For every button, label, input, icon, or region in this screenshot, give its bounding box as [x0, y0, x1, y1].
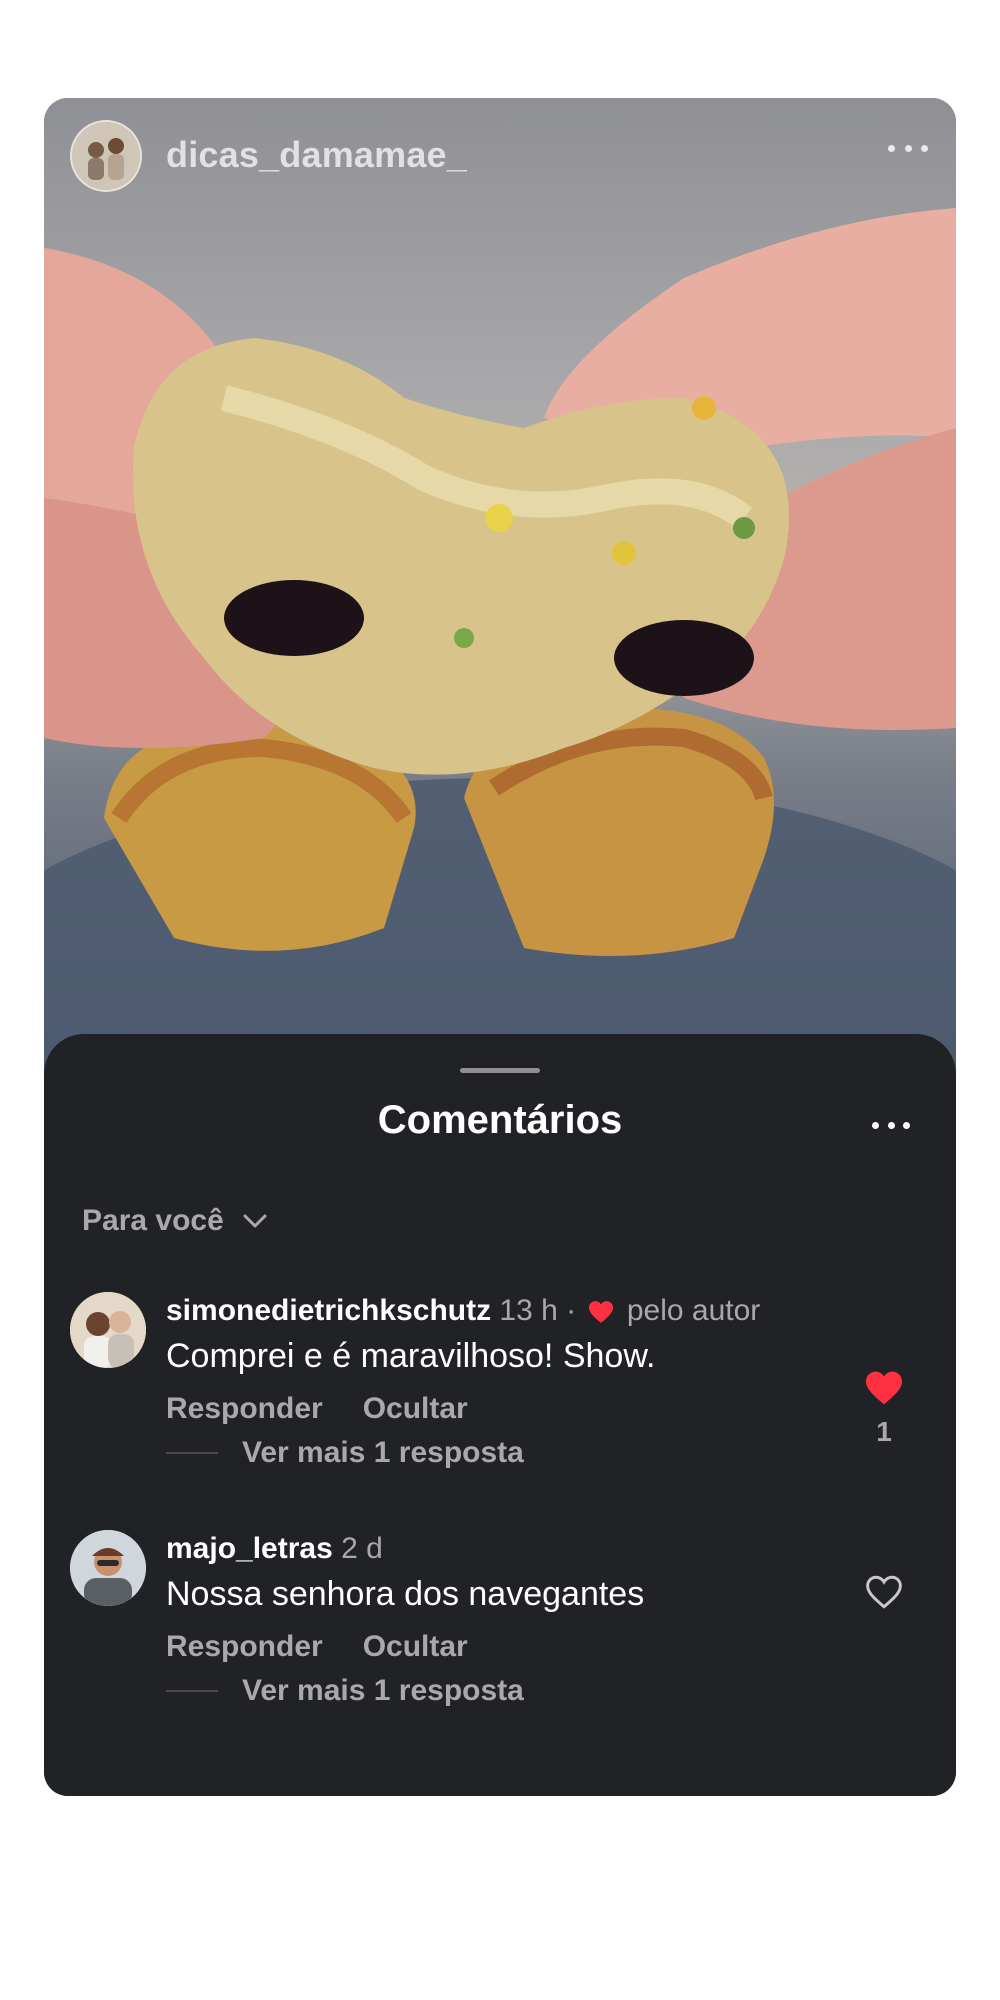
heart-filled-icon — [588, 1301, 613, 1323]
food-image — [44, 208, 956, 1178]
reply-button[interactable]: Responder — [166, 1630, 323, 1664]
avatar-image — [72, 122, 140, 190]
heart-outline-icon — [866, 1575, 902, 1609]
avatar-image — [70, 1292, 146, 1368]
view-replies-button[interactable]: Ver mais 1 resposta — [166, 1436, 786, 1470]
author-avatar[interactable] — [70, 120, 142, 192]
comment-time: 2 d — [341, 1532, 383, 1565]
comment-text: Nossa senhora dos navegantes — [166, 1575, 645, 1613]
like-button[interactable]: 1 — [860, 1370, 908, 1448]
heart-filled-icon — [866, 1371, 902, 1405]
sheet-title: Comentários — [377, 1098, 623, 1142]
reply-button[interactable]: Responder — [166, 1392, 323, 1426]
like-button[interactable] — [860, 1574, 908, 1610]
video-player[interactable]: dicas_damamae_ — [44, 98, 956, 1178]
hide-button[interactable]: Ocultar — [363, 1392, 468, 1426]
separator-dot: · — [566, 1294, 577, 1327]
comments-filter-dropdown[interactable]: Para você — [82, 1204, 268, 1238]
commenter-username[interactable]: simonedietrichkschutz — [166, 1294, 491, 1327]
view-replies-label: Ver mais 1 resposta — [242, 1436, 524, 1469]
comments-sheet: Comentários Para você simonedietrichksch… — [44, 1034, 956, 1796]
like-count: 1 — [876, 1416, 892, 1447]
drag-handle[interactable] — [460, 1068, 540, 1073]
replies-divider — [166, 1452, 218, 1454]
avatar-image — [70, 1530, 146, 1606]
hide-button[interactable]: Ocultar — [363, 1630, 468, 1664]
author-username[interactable]: dicas_damamae_ — [166, 134, 467, 176]
post-card: dicas_damamae_ Comentários Para você sim… — [44, 98, 956, 1796]
commenter-avatar[interactable] — [70, 1292, 146, 1368]
view-replies-button[interactable]: Ver mais 1 resposta — [166, 1674, 786, 1708]
view-replies-label: Ver mais 1 resposta — [242, 1674, 524, 1707]
sheet-more-icon[interactable] — [872, 1120, 910, 1130]
more-options-icon[interactable] — [888, 140, 928, 156]
comment-text: Comprei e é maravilhoso! Show. — [166, 1337, 656, 1375]
commenter-avatar[interactable] — [70, 1530, 146, 1606]
liked-by-author-label: pelo autor — [626, 1294, 761, 1327]
chevron-down-icon — [243, 1214, 267, 1228]
comment-time: 13 h — [499, 1294, 558, 1327]
replies-divider — [166, 1690, 218, 1692]
filter-label: Para você — [82, 1204, 224, 1237]
commenter-username[interactable]: majo_letras — [166, 1532, 333, 1565]
